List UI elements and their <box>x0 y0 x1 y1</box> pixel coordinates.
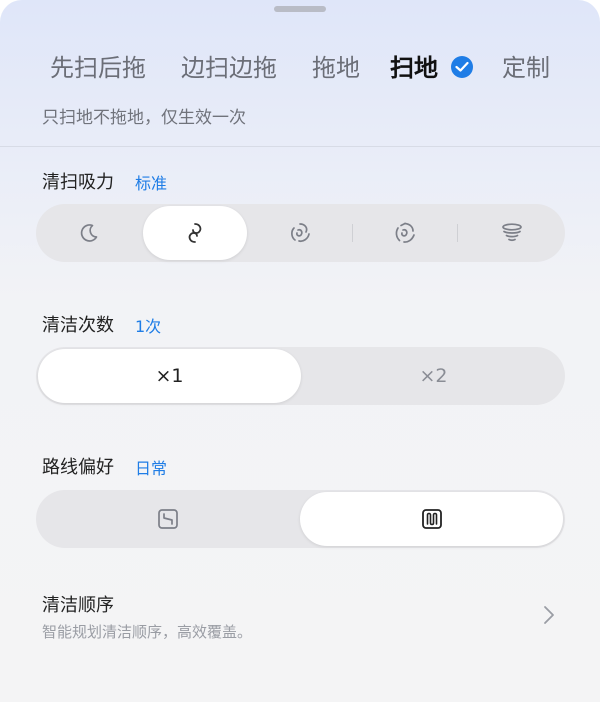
settings-sheet: 先扫后拖 边扫边拖 拖地 扫地 定制 只扫地不拖地，仅生效一次 清扫吸力 标准 <box>0 0 600 702</box>
suction-standard-option[interactable] <box>143 206 247 260</box>
tab-sweep[interactable]: 扫地 <box>390 48 438 92</box>
route-daily-option[interactable] <box>36 490 300 548</box>
passes-option-2[interactable]: ×2 <box>302 347 565 405</box>
route-daily-icon <box>158 509 178 529</box>
passes-selector: ×1 ×2 <box>36 347 565 405</box>
passes-option-1[interactable]: ×1 <box>38 349 301 403</box>
suction-label: 清扫吸力 <box>42 172 114 193</box>
tab-mop[interactable]: 拖地 <box>312 48 360 92</box>
suction-value: 标准 <box>135 174 168 193</box>
swirl-standard-icon <box>188 223 202 243</box>
drag-handle[interactable] <box>274 6 326 12</box>
suction-turbo-option[interactable] <box>353 204 457 262</box>
suction-selector <box>36 204 565 262</box>
cleaning-order-title: 清洁顺序 <box>42 595 114 616</box>
route-zigzag-icon <box>421 509 442 529</box>
passes-value: 1次 <box>135 317 162 336</box>
route-label: 路线偏好 <box>42 457 114 478</box>
swirl-strong-icon <box>291 223 310 243</box>
cleaning-mode-tabs: 先扫后拖 边扫边拖 拖地 扫地 定制 <box>0 48 600 92</box>
cleaning-order-description: 智能规划清洁顺序，高效覆盖。 <box>42 623 253 641</box>
divider <box>0 146 600 147</box>
moon-icon <box>80 224 98 242</box>
tornado-max-icon <box>501 223 522 242</box>
route-zigzag-option[interactable] <box>300 492 563 546</box>
passes-label: 清洁次数 <box>42 315 114 336</box>
suction-strong-option[interactable] <box>248 204 352 262</box>
tab-sweep-then-mop[interactable]: 先扫后拖 <box>50 48 146 92</box>
mode-hint: 只扫地不拖地，仅生效一次 <box>42 108 246 128</box>
swirl-turbo-icon <box>395 222 415 243</box>
tab-custom[interactable]: 定制 <box>502 48 550 92</box>
route-selector <box>36 490 565 548</box>
check-icon <box>451 56 473 78</box>
suction-max-option[interactable] <box>458 204 565 262</box>
route-value: 日常 <box>135 459 168 478</box>
suction-quiet-option[interactable] <box>36 204 142 262</box>
tab-sweep-and-mop[interactable]: 边扫边拖 <box>181 48 277 92</box>
chevron-right-icon <box>544 606 554 624</box>
